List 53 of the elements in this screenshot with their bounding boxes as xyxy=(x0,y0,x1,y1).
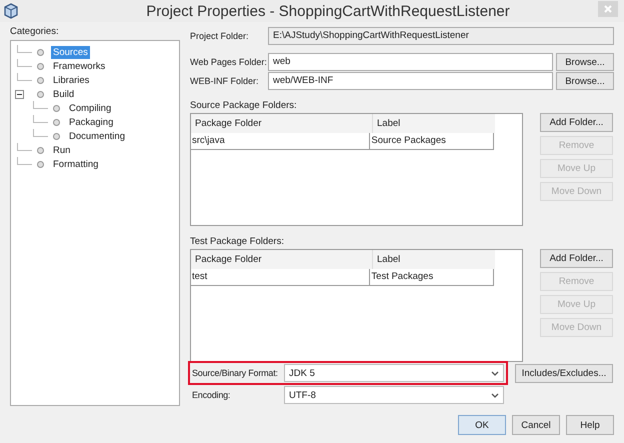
includes-button[interactable]: Includes/Excludes... xyxy=(515,364,613,382)
field-label: WEB-INF Folder: xyxy=(190,76,260,86)
browse-button[interactable]: Browse... xyxy=(556,53,614,71)
node-icon xyxy=(53,118,60,126)
node-icon xyxy=(37,48,44,56)
tree-item[interactable]: Build xyxy=(51,88,76,100)
tree-item[interactable]: Run xyxy=(51,144,72,156)
field-label: Encoding: xyxy=(192,390,232,400)
section-label: Source Package Folders: xyxy=(190,100,298,112)
caret-icon xyxy=(491,370,499,376)
dropdown[interactable]: UTF-8 xyxy=(284,386,504,404)
dropdown-value: JDK 5 xyxy=(289,368,316,378)
node-icon xyxy=(37,76,44,84)
caret-icon xyxy=(491,392,499,398)
column-header[interactable]: Package Folder xyxy=(191,114,372,134)
node-icon xyxy=(37,62,44,70)
side-button[interactable]: Add Folder... xyxy=(540,249,613,268)
dropdown-value: UTF-8 xyxy=(289,390,317,400)
cube-icon xyxy=(4,3,18,19)
tree-item[interactable]: Compiling xyxy=(67,102,114,114)
field-label: Web Pages Folder: xyxy=(190,57,268,67)
browse-button[interactable]: Browse... xyxy=(556,72,614,90)
text-field[interactable]: web/WEB-INF xyxy=(268,72,553,90)
tree-item[interactable]: Packaging xyxy=(67,116,116,128)
field-label: Project Folder: xyxy=(190,31,250,41)
text-field[interactable]: web xyxy=(268,53,553,71)
column-header[interactable]: Label xyxy=(372,114,495,134)
node-icon xyxy=(53,104,60,112)
node-icon xyxy=(37,90,44,98)
side-button[interactable]: Add Folder... xyxy=(540,113,613,132)
tree-item[interactable]: Frameworks xyxy=(51,60,108,72)
column-header[interactable]: Label xyxy=(372,250,495,270)
node-icon xyxy=(53,132,60,140)
dialog-button[interactable]: Cancel xyxy=(512,415,560,435)
table-cell: Test Packages xyxy=(369,269,493,286)
table-cell-text: src\java xyxy=(191,134,226,148)
column-header[interactable]: Package Folder xyxy=(191,250,372,270)
window-title: Project Properties - ShoppingCartWithRequestListener xyxy=(145,2,511,20)
text-field[interactable]: E:\AJStudy\ShoppingCartWithRequestListener xyxy=(268,27,614,45)
node-icon xyxy=(37,146,44,154)
dialog-button[interactable]: Help xyxy=(566,415,614,435)
collapse-icon[interactable] xyxy=(15,90,27,98)
dialog-button[interactable]: OK xyxy=(458,415,506,435)
categories-label: Categories: xyxy=(10,26,60,38)
table-cell-text: test xyxy=(191,270,208,284)
section-label: Test Package Folders: xyxy=(190,236,285,248)
table-cell: Source Packages xyxy=(369,133,493,150)
tree-item[interactable]: Libraries xyxy=(51,74,92,86)
node-icon xyxy=(37,160,44,168)
tree-item[interactable]: Documenting xyxy=(67,130,127,142)
field-label: Source/Binary Format: xyxy=(192,368,279,378)
tree-item[interactable]: Formatting xyxy=(51,158,100,170)
dropdown[interactable]: JDK 5 xyxy=(284,364,504,382)
